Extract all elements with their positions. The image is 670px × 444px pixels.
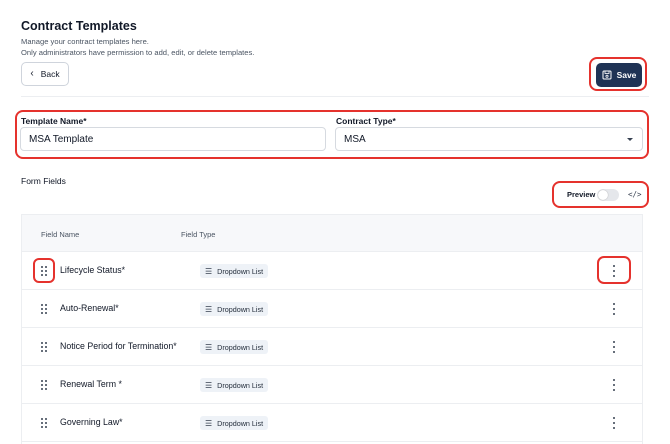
contract-type-value: MSA bbox=[344, 133, 366, 145]
code-icon[interactable]: </> bbox=[628, 190, 642, 199]
table-header: Field Name Field Type bbox=[22, 215, 642, 252]
list-icon: ☰ bbox=[205, 418, 213, 428]
field-type-badge: ☰ Dropdown List bbox=[200, 378, 269, 392]
field-type-label: Dropdown List bbox=[217, 304, 264, 314]
toggle-knob bbox=[598, 190, 608, 200]
field-type-label: Dropdown List bbox=[217, 380, 264, 390]
contract-type-select[interactable]: MSA bbox=[335, 127, 643, 151]
caret-down-icon bbox=[627, 138, 633, 141]
back-button[interactable]: ‹ Back bbox=[21, 62, 69, 86]
list-icon: ☰ bbox=[205, 304, 213, 314]
field-name: Lifecycle Status* bbox=[60, 265, 126, 275]
list-icon: ☰ bbox=[205, 342, 213, 352]
table-row[interactable]: Notice Period for Termination* ☰ Dropdown… bbox=[22, 328, 642, 366]
template-name-input[interactable]: MSA Template bbox=[20, 127, 326, 151]
field-name: Renewal Term * bbox=[60, 379, 122, 389]
field-type-badge: ☰ Dropdown List bbox=[200, 340, 269, 354]
save-button[interactable]: Save bbox=[596, 63, 642, 87]
list-icon: ☰ bbox=[205, 266, 213, 276]
field-name: Notice Period for Termination* bbox=[60, 341, 177, 351]
subtitle-line-2: Only administrators have permission to a… bbox=[21, 47, 255, 57]
page-title: Contract Templates bbox=[21, 19, 137, 33]
field-type-label: Dropdown List bbox=[217, 266, 264, 276]
subtitle-line-1: Manage your contract templates here. bbox=[21, 37, 149, 46]
list-icon: ☰ bbox=[205, 380, 213, 390]
more-options-highlight bbox=[597, 256, 631, 284]
preview-toggle[interactable] bbox=[597, 189, 619, 201]
drag-handle-icon[interactable] bbox=[41, 380, 49, 390]
save-button-label: Save bbox=[616, 70, 637, 80]
field-type-badge: ☰ Dropdown List bbox=[200, 264, 269, 278]
form-fields-title: Form Fields bbox=[21, 176, 66, 186]
more-options-icon[interactable] bbox=[612, 303, 616, 315]
table-row[interactable]: Lifecycle Status* ☰ Dropdown List bbox=[22, 252, 642, 290]
field-type-badge: ☰ Dropdown List bbox=[200, 302, 269, 316]
drag-handle-icon[interactable] bbox=[41, 342, 49, 352]
drag-handle-icon[interactable] bbox=[41, 304, 49, 314]
table-row[interactable]: Auto-Renewal* ☰ Dropdown List bbox=[22, 290, 642, 328]
header-divider bbox=[21, 96, 649, 97]
preview-label: Preview bbox=[567, 190, 596, 199]
field-name: Auto-Renewal* bbox=[60, 303, 119, 313]
page-subtitle: Manage your contract templates here. Onl… bbox=[21, 37, 254, 58]
field-name: Governing Law* bbox=[60, 417, 123, 427]
template-name-label: Template Name* bbox=[21, 116, 87, 126]
contract-type-label: Contract Type* bbox=[336, 116, 396, 126]
drag-handle-highlight bbox=[33, 258, 55, 283]
table-row[interactable]: Governing Law* ☰ Dropdown List bbox=[22, 404, 642, 442]
column-field-type: Field Type bbox=[181, 230, 216, 239]
page-header: Contract Templates Manage your contract … bbox=[21, 19, 254, 58]
column-field-name: Field Name bbox=[41, 230, 80, 239]
chevron-left-icon: ‹ bbox=[30, 68, 34, 79]
more-options-icon[interactable] bbox=[612, 341, 616, 353]
back-button-label: Back bbox=[40, 69, 60, 79]
field-type-label: Dropdown List bbox=[217, 342, 264, 352]
field-type-label: Dropdown List bbox=[217, 418, 264, 428]
field-type-badge: ☰ Dropdown List bbox=[200, 416, 269, 430]
fields-table: Field Name Field Type Lifecycle Status* … bbox=[21, 214, 643, 444]
save-icon bbox=[602, 70, 612, 80]
more-options-icon[interactable] bbox=[612, 417, 616, 429]
template-name-value: MSA Template bbox=[29, 133, 94, 145]
table-row[interactable]: Renewal Term * ☰ Dropdown List bbox=[22, 366, 642, 404]
more-options-icon[interactable] bbox=[612, 379, 616, 391]
drag-handle-icon[interactable] bbox=[41, 418, 49, 428]
